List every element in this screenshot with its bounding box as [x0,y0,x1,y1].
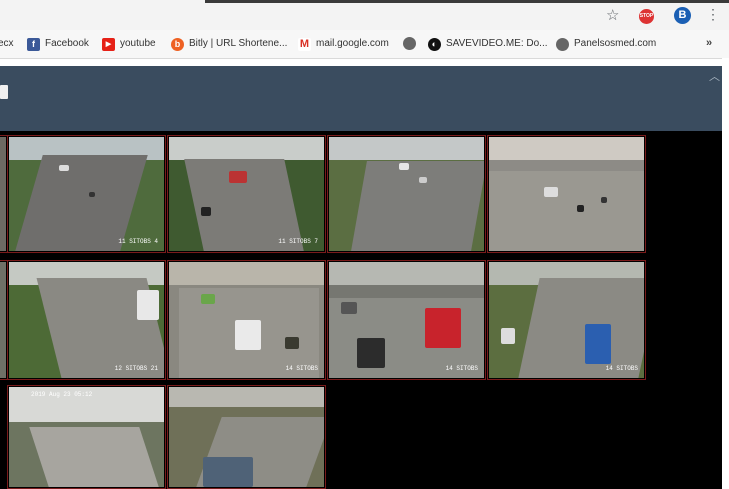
camera-tile-7[interactable]: 14 SITOBS [327,260,486,380]
bookmark-label: SAVEVIDEO.ME: Do... [446,38,548,49]
browser-toolbar: ☆ STOP B ⋮ [0,0,729,30]
camera-label: 14 SITOBS [445,365,478,372]
bookmark-youtube[interactable]: ▶ youtube [102,37,156,52]
page-scroll-gutter[interactable] [722,58,729,489]
bookmark-facebook[interactable]: f Facebook [27,37,89,52]
camera-tile-8[interactable]: 14 SITOBS [487,260,646,380]
camera-feed: 12 SITOBS 21 [9,262,164,378]
globe-icon [403,37,416,50]
camera-grid: 11 SITOBS 4 11 SITOBS 7 12 SITOBS 21 14 … [0,131,722,489]
bookmark-label: Bitly | URL Shortene... [189,38,288,49]
bookmark-label: mail.google.com [316,38,389,49]
star-icon[interactable]: ☆ [606,8,619,23]
camera-label: 11 SITOBS 4 [118,238,158,245]
camera-timestamp: 2019 Aug 23 05:12 [31,391,93,398]
bookmark-bitly[interactable]: b Bitly | URL Shortene... [171,37,287,52]
chevron-up-icon[interactable]: ︿ [709,68,720,84]
camera-label: 11 SITOBS 7 [278,238,318,245]
bookmark-label: youtube [120,38,156,49]
camera-tile-5[interactable]: 12 SITOBS 21 [7,260,166,380]
camera-tile-9[interactable]: 2019 Aug 23 05:12 [7,385,166,489]
camera-feed: 14 SITOBS [329,262,484,378]
bookmarks-overflow-icon[interactable]: » [706,37,712,49]
bookmark-savevideo[interactable]: ◐ SAVEVIDEO.ME: Do... [428,37,548,52]
camera-feed [489,137,644,251]
camera-feed [169,387,324,487]
camera-tile-1[interactable]: 11 SITOBS 4 [7,135,166,253]
gmail-icon: M [298,37,311,51]
bookmark-label: Facebook [45,38,89,49]
app-header [0,66,722,131]
camera-tile-6[interactable]: 14 SITOBS [167,260,326,380]
bookmark-label: Panelsosmed.com [574,38,657,49]
camera-feed [329,137,484,251]
facebook-icon: f [27,37,40,51]
bookmark-panelsosmed[interactable]: Panelsosmed.com [556,37,656,52]
camera-label: 12 SITOBS 21 [114,365,158,372]
profile-icon[interactable]: B [674,7,691,24]
camera-tile-4[interactable] [487,135,646,253]
bookmark-ecx[interactable]: ecx [0,37,14,52]
bookmark-globe[interactable] [403,37,421,51]
savevideo-icon: ◐ [428,37,441,51]
camera-label: 14 SITOBS [285,365,318,372]
address-bar-edge [205,0,729,3]
bookmark-label: ecx [0,38,14,49]
camera-tile-10[interactable] [167,385,326,489]
bookmarks-bar: ecx f Facebook ▶ youtube b Bitly | URL Shor… [0,30,729,59]
stop-extension-icon[interactable]: STOP [639,9,654,24]
youtube-icon: ▶ [102,37,115,51]
bitly-icon: b [171,37,184,51]
camera-feed: 2019 Aug 23 05:12 [9,387,164,487]
menu-toggle-button[interactable] [0,85,8,99]
menu-icon[interactable]: ⋮ [706,7,720,22]
bookmark-gmail[interactable]: Mmail.google.com [298,37,389,52]
camera-feed: 11 SITOBS 7 [169,137,324,251]
camera-feed: 14 SITOBS [169,262,324,378]
camera-label: 14 SITOBS [605,365,638,372]
globe-icon [556,37,569,51]
camera-tile-3[interactable] [327,135,486,253]
camera-feed: 11 SITOBS 4 [9,137,164,251]
camera-tile-2[interactable]: 11 SITOBS 7 [167,135,326,253]
camera-feed: 14 SITOBS [489,262,644,378]
